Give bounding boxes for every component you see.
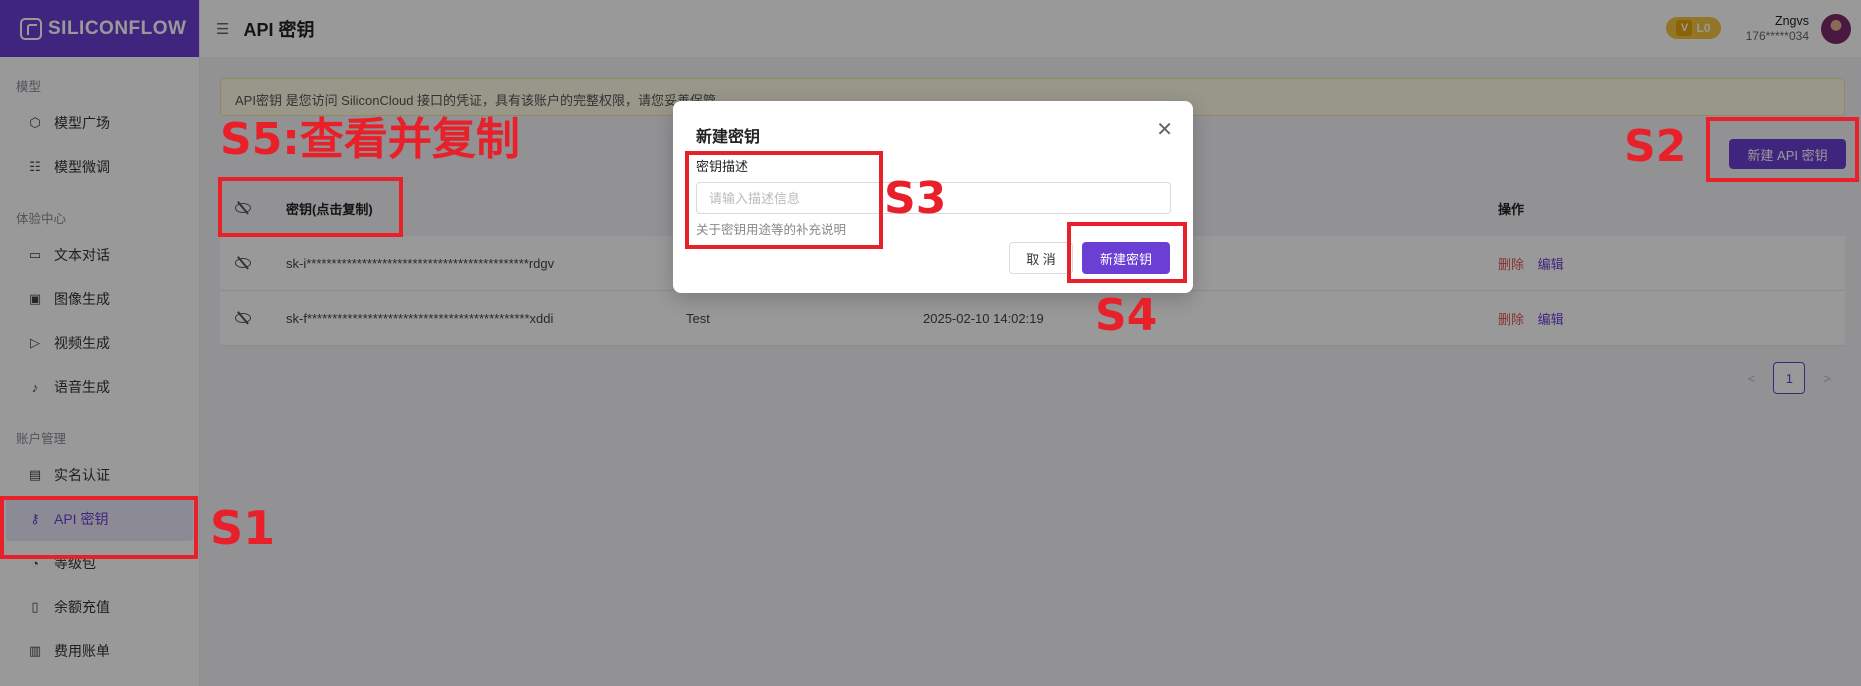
modal-title: 新建密钥	[696, 129, 761, 146]
annotation-box-s2	[1706, 117, 1859, 182]
annotation-box-s5	[218, 177, 403, 237]
close-icon[interactable]: ✕	[1156, 117, 1173, 142]
annotation-box-s3	[685, 151, 883, 249]
annotation-label-s3: S3	[884, 173, 947, 224]
annotation-box-s4	[1067, 222, 1187, 283]
annotation-label-s5: S5:查看并复制	[220, 114, 520, 165]
annotation-label-s1: S1	[210, 501, 276, 555]
annotation-label-s2: S2	[1624, 121, 1687, 172]
annotation-box-s1	[0, 496, 198, 559]
annotation-label-s4: S4	[1095, 290, 1158, 341]
cancel-button[interactable]: 取 消	[1009, 242, 1073, 274]
